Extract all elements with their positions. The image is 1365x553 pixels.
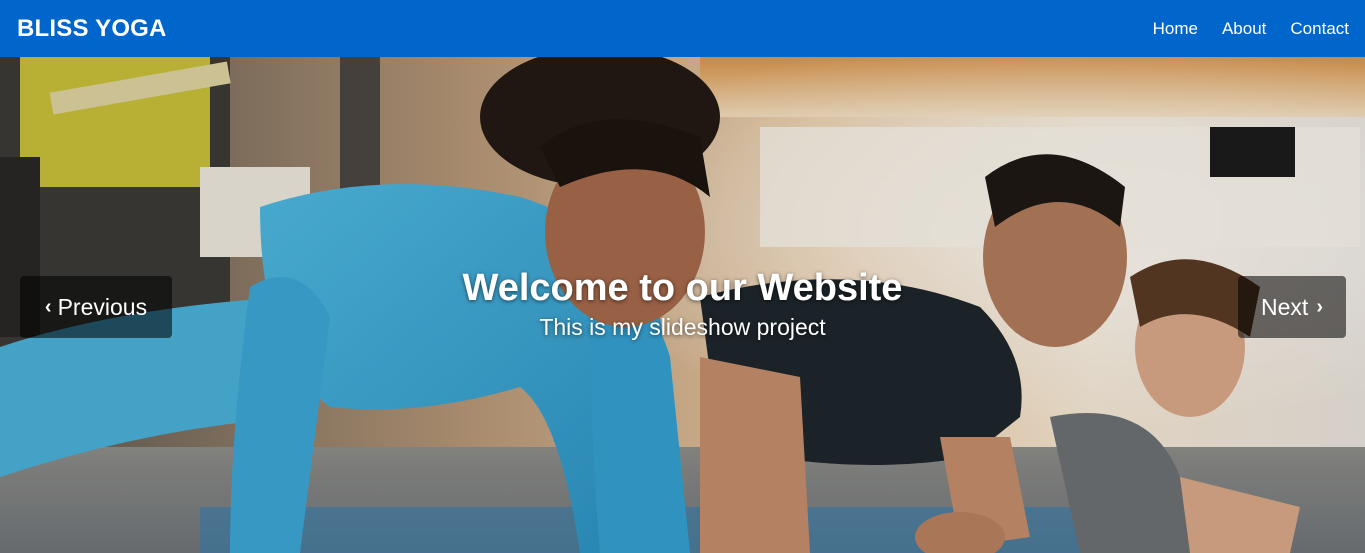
next-button[interactable]: Next › (1238, 276, 1346, 338)
slide-subtitle: This is my slideshow project (539, 314, 826, 340)
site-brand[interactable]: BLISS YOGA (17, 15, 167, 43)
slideshow: Welcome to our Website This is my slides… (0, 57, 1365, 553)
chevron-left-icon: ‹ (44, 295, 52, 318)
next-label: Next (1261, 293, 1309, 320)
previous-button[interactable]: ‹ Previous (20, 276, 172, 338)
previous-label: Previous (57, 293, 148, 320)
chevron-right-icon: › (1316, 295, 1323, 318)
slide-caption: Welcome to our Website This is my slides… (0, 266, 1365, 342)
slide-title: Welcome to our Website (462, 267, 903, 309)
navbar: BLISS YOGA Home About Contact (0, 0, 1365, 57)
nav-link-contact[interactable]: Contact (1290, 19, 1349, 39)
nav-links: Home About Contact (1129, 19, 1349, 39)
nav-link-home[interactable]: Home (1153, 19, 1198, 39)
nav-link-about[interactable]: About (1222, 19, 1266, 39)
